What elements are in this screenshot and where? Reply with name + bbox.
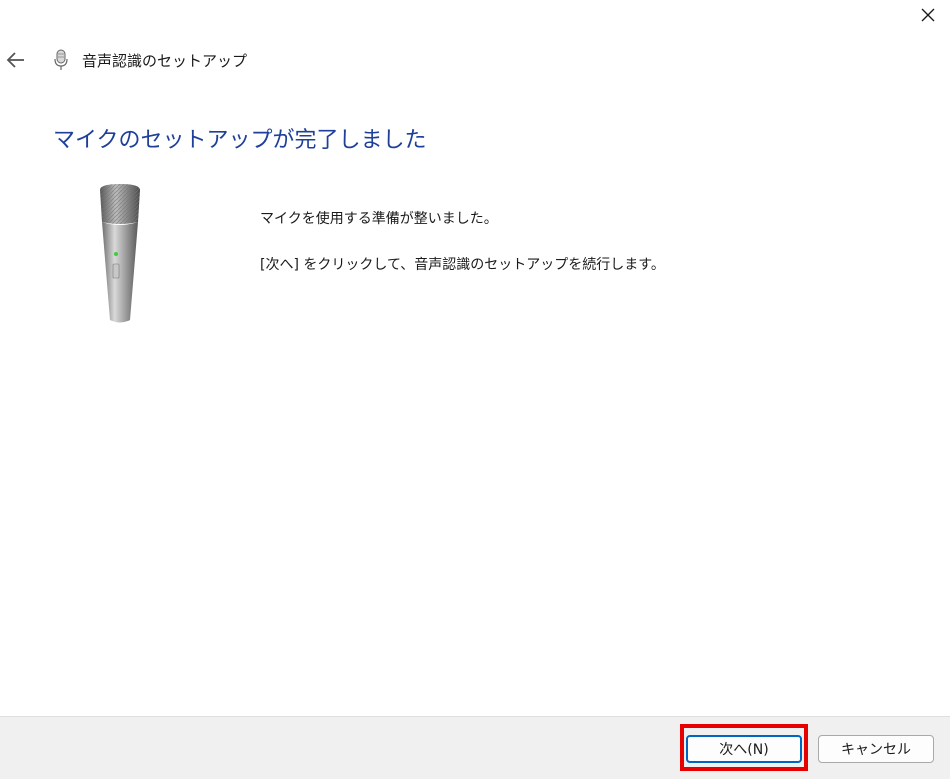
close-button[interactable] [905, 0, 950, 30]
button-bar: 次へ(N) キャンセル [0, 716, 950, 779]
next-button[interactable]: 次へ(N) [686, 735, 802, 763]
back-button[interactable] [4, 48, 28, 72]
speech-setup-window: 音声認識のセットアップ マイクのセットアップが完了しました マイクを使用する準備… [0, 0, 950, 779]
back-arrow-icon [6, 52, 24, 68]
title-bar: 音声認識のセットアップ [0, 44, 400, 76]
ready-message: マイクを使用する準備が整いました。 [260, 211, 498, 227]
instruction-message: [次へ] をクリックして、音声認識のセットアップを続行します。 [260, 257, 665, 273]
microphone-illustration [100, 184, 140, 323]
page-heading: マイクのセットアップが完了しました [53, 128, 427, 153]
microphone-icon [54, 49, 68, 70]
cancel-button[interactable]: キャンセル [818, 735, 934, 763]
close-icon [921, 8, 934, 22]
window-title: 音声認識のセットアップ [82, 52, 248, 70]
